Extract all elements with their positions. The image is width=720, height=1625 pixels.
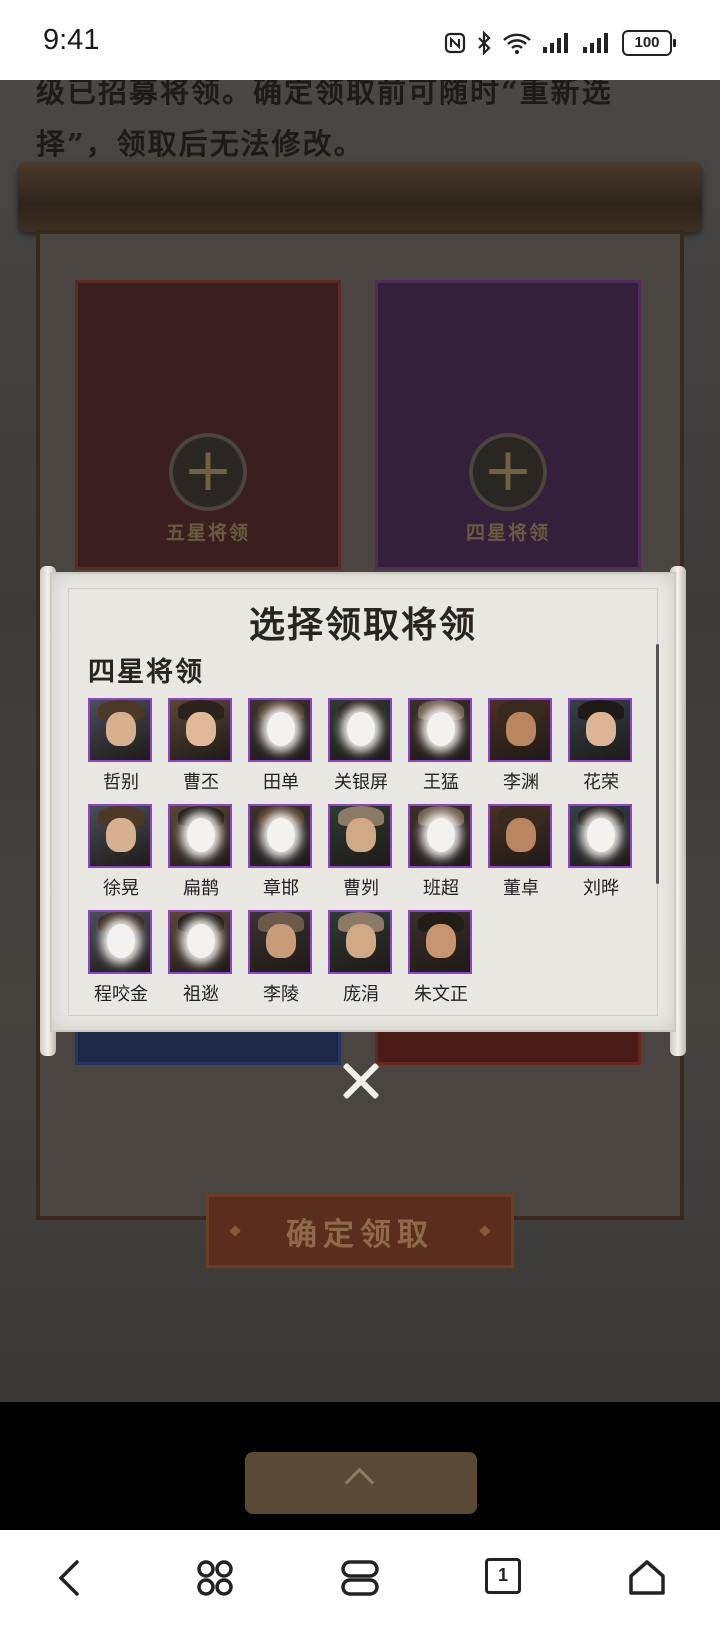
hero-portrait xyxy=(248,698,312,762)
hero-portrait xyxy=(168,698,232,762)
hero-card[interactable]: 董卓 xyxy=(488,804,554,904)
hero-card[interactable]: 班超 xyxy=(408,804,474,904)
hero-card[interactable]: 哲别 xyxy=(88,698,154,798)
hero-portrait xyxy=(568,698,632,762)
nfc-icon xyxy=(444,32,466,54)
scrollbar[interactable] xyxy=(656,644,659,884)
four-star-slot[interactable]: + 四星将领 xyxy=(375,280,641,570)
add-icon: + xyxy=(169,433,247,511)
bottom-panel xyxy=(0,1402,720,1530)
hero-card[interactable]: 徐晃 xyxy=(88,804,154,904)
wifi-icon xyxy=(503,33,531,54)
status-icons: 100 xyxy=(444,30,676,56)
hero-name: 花荣 xyxy=(583,772,619,793)
hero-card[interactable]: 曹刿 xyxy=(328,804,394,904)
battery-icon: 100 xyxy=(622,30,676,56)
intro-text: 级已招募将领。确定领取前可随时“重新选择”，领取后无法修改。 xyxy=(36,80,613,161)
confirm-claim-button[interactable]: 确定领取 xyxy=(206,1194,514,1268)
expand-button[interactable] xyxy=(245,1452,477,1514)
add-icon: + xyxy=(469,433,547,511)
hero-card[interactable]: 李陵 xyxy=(248,910,314,1010)
hero-portrait xyxy=(408,698,472,762)
hero-card[interactable]: 田单 xyxy=(248,698,314,798)
hero-card[interactable]: 刘晔 xyxy=(568,804,634,904)
menu-icon[interactable] xyxy=(340,1558,380,1598)
hero-card[interactable]: 曹丕 xyxy=(168,698,234,798)
hero-portrait xyxy=(488,698,552,762)
hero-card[interactable]: 扁鹊 xyxy=(168,804,234,904)
hero-card[interactable]: 李渊 xyxy=(488,698,554,798)
hero-portrait xyxy=(88,698,152,762)
browser-nav-bar: 1 xyxy=(0,1530,720,1625)
five-star-slot[interactable]: + 五星将领 xyxy=(75,280,341,570)
hero-portrait xyxy=(168,804,232,868)
hero-card[interactable]: 王猛 xyxy=(408,698,474,798)
hero-portrait xyxy=(488,804,552,868)
hero-portrait xyxy=(88,910,152,974)
modal-title: 选择领取将领 xyxy=(248,604,477,646)
hero-portrait xyxy=(328,804,392,868)
back-icon[interactable] xyxy=(55,1558,85,1598)
hero-name: 朱文正 xyxy=(414,984,468,1005)
status-time: 9:41 xyxy=(43,24,100,56)
hero-card[interactable]: 庞涓 xyxy=(328,910,394,1010)
hero-portrait xyxy=(408,804,472,868)
signal-icon xyxy=(543,33,568,53)
hero-card[interactable]: 祖逖 xyxy=(168,910,234,1010)
hero-portrait xyxy=(328,910,392,974)
status-bar: 9:41 100 xyxy=(0,0,720,80)
hero-portrait xyxy=(328,698,392,762)
scroll-header xyxy=(18,162,702,232)
hero-card[interactable]: 关银屏 xyxy=(328,698,394,798)
five-star-label: 五星将领 xyxy=(165,522,250,544)
apps-icon[interactable] xyxy=(195,1558,235,1598)
four-star-label: 四星将领 xyxy=(465,522,550,544)
hero-card[interactable]: 花荣 xyxy=(568,698,634,798)
hero-portrait xyxy=(248,910,312,974)
bluetooth-icon xyxy=(478,31,491,55)
modal-paper: 选择领取将领 四星将领 哲别 曹丕 田单 关银屏 王猛 李渊花荣徐晃 扁鹊 章邯 曹刿 班超 董卓刘… xyxy=(50,572,676,1032)
hero-portrait xyxy=(168,910,232,974)
hero-portrait xyxy=(88,804,152,868)
close-icon[interactable] xyxy=(338,1058,384,1104)
chevron-up-icon xyxy=(344,1467,375,1498)
hero-card[interactable]: 朱文正 xyxy=(408,910,474,1010)
confirm-claim-label: 确定领取 xyxy=(286,1216,434,1253)
hero-card[interactable]: 章邯 xyxy=(248,804,314,904)
home-icon[interactable] xyxy=(627,1558,667,1598)
hero-name: 刘晔 xyxy=(583,878,619,899)
hero-card[interactable]: 程咬金 xyxy=(88,910,154,1010)
hero-portrait xyxy=(568,804,632,868)
ornament-icon xyxy=(229,1225,241,1237)
hero-portrait xyxy=(408,910,472,974)
signal-icon-2 xyxy=(583,33,608,53)
ornament-icon xyxy=(479,1225,491,1237)
select-hero-modal: 选择领取将领 四星将领 哲别 曹丕 田单 关银屏 王猛 李渊花荣徐晃 扁鹊 章邯 曹刿 班超 董卓刘… xyxy=(40,566,686,1056)
tabs-icon[interactable]: 1 xyxy=(485,1558,521,1594)
section-title: 四星将领 xyxy=(88,657,204,688)
hero-portrait xyxy=(248,804,312,868)
